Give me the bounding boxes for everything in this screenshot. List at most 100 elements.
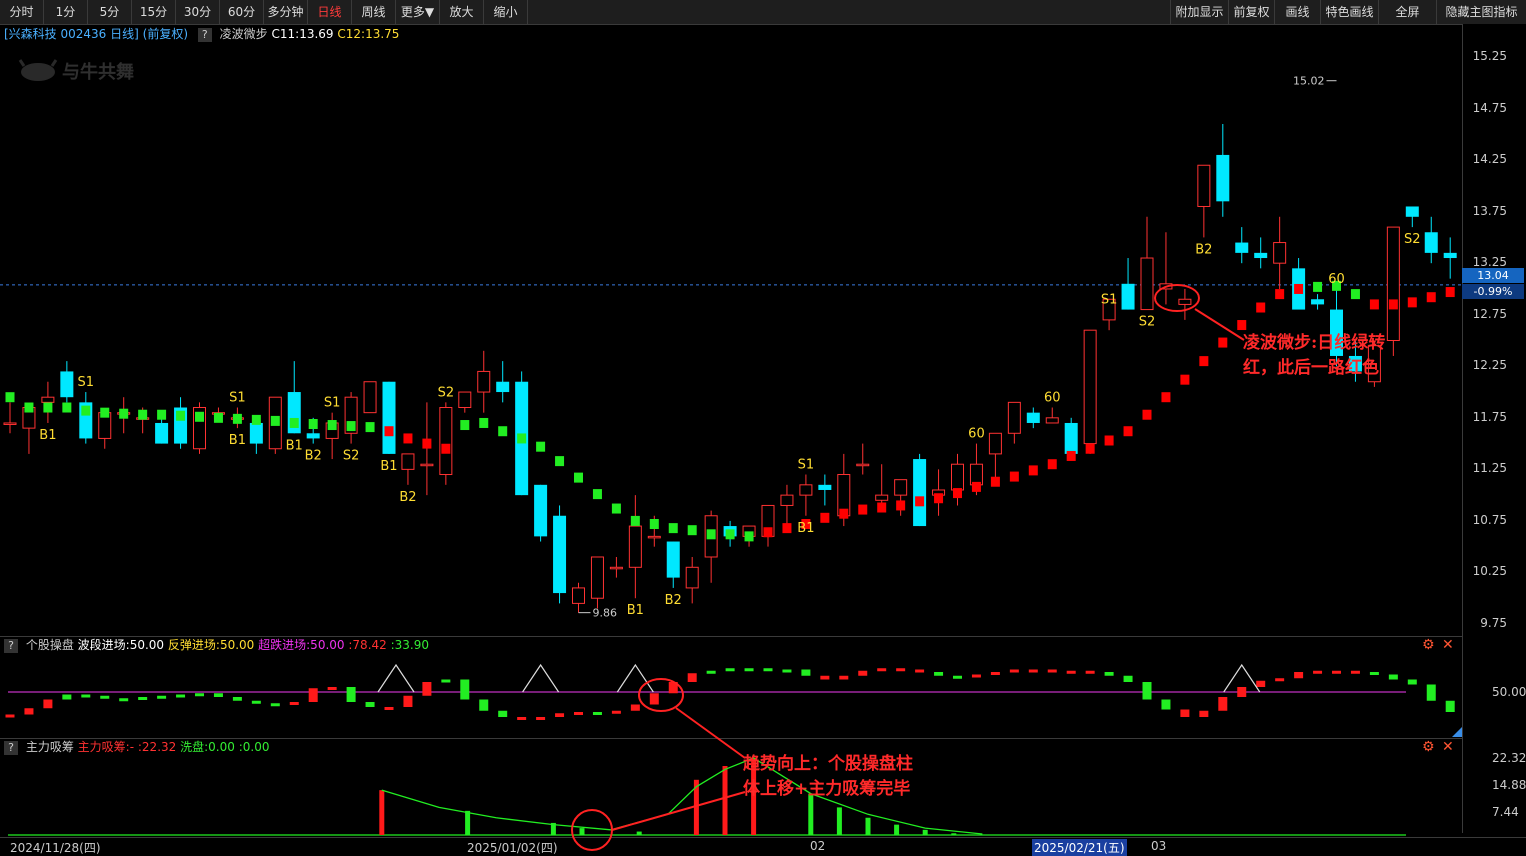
candle[interactable] (1178, 288, 1192, 320)
candle[interactable] (685, 556, 699, 604)
candle[interactable] (420, 402, 434, 496)
candle-body (1178, 298, 1192, 305)
candle[interactable] (193, 402, 206, 454)
candle[interactable] (363, 381, 377, 414)
candle[interactable] (1235, 227, 1249, 264)
candle-body (553, 515, 567, 594)
candle[interactable] (325, 412, 339, 460)
candle[interactable] (458, 391, 472, 413)
toolbar-btn-2[interactable]: 5分 (88, 0, 132, 24)
toolbar-btn-8[interactable]: 周线 (352, 0, 396, 24)
candle-body (1026, 412, 1040, 423)
candle[interactable] (1311, 294, 1325, 310)
toolbar-right-btn-2[interactable]: 画线 (1274, 0, 1321, 24)
candle[interactable] (496, 361, 510, 403)
candle[interactable] (628, 495, 642, 599)
toolbar-btn-6[interactable]: 多分钟 (264, 0, 308, 24)
candle[interactable] (761, 504, 775, 547)
candle[interactable] (704, 510, 718, 583)
candle[interactable] (477, 350, 491, 413)
candle[interactable] (609, 556, 623, 578)
candle[interactable] (1064, 417, 1078, 454)
candle[interactable] (1197, 164, 1211, 238)
toolbar-right-btn-0[interactable]: 附加显示 (1170, 0, 1229, 24)
candle[interactable] (439, 402, 453, 485)
candlestick-chart[interactable]: B1S1S1B1 B1B2S1S2B1B2S2B1B2S1B16060S1S2B2… (0, 24, 1462, 636)
candle[interactable] (1292, 258, 1306, 310)
toolbar-btn-11[interactable]: 缩小 (484, 0, 528, 24)
candle-body (1443, 252, 1457, 259)
candle[interactable] (818, 474, 832, 506)
trend-marker (1028, 465, 1038, 476)
toolbar-btn-3[interactable]: 15分 (132, 0, 176, 24)
candle[interactable] (534, 484, 548, 542)
candle[interactable] (572, 582, 585, 613)
candle[interactable] (799, 474, 813, 516)
toolbar-right-btn-1[interactable]: 前复权 (1228, 0, 1275, 24)
candle[interactable] (1007, 401, 1021, 444)
toolbar-right-btn-3[interactable]: 特色画线 (1320, 0, 1379, 24)
candle[interactable] (1273, 216, 1287, 289)
toolbar-btn-5[interactable]: 60分 (220, 0, 264, 24)
candle[interactable] (1045, 407, 1059, 424)
candle[interactable] (515, 371, 529, 496)
candle[interactable] (41, 381, 55, 423)
oscillator-chart[interactable] (0, 637, 1462, 737)
candle[interactable] (79, 392, 93, 444)
candle[interactable] (590, 556, 604, 609)
osc-bar (422, 682, 432, 696)
annotation-osc-line1: 趋势向上：个股操盘柱 (743, 754, 913, 774)
accum-tick: 7.44 (1492, 805, 1519, 819)
candle[interactable] (932, 469, 946, 516)
candle[interactable] (1140, 216, 1154, 311)
candle[interactable] (553, 505, 567, 604)
candle[interactable] (1159, 232, 1173, 305)
candle[interactable] (401, 453, 415, 485)
candle[interactable] (22, 407, 36, 454)
candle-body (1273, 242, 1287, 264)
toolbar-right-btn-5[interactable]: 隐藏主图指标 (1436, 0, 1526, 24)
candle[interactable] (1443, 237, 1457, 279)
candle[interactable] (1405, 206, 1419, 228)
candle-body (1311, 299, 1325, 305)
candle[interactable] (3, 402, 17, 434)
signal-label: B1 (797, 521, 814, 536)
candle[interactable] (1083, 329, 1097, 454)
trend-marker (687, 525, 697, 536)
candle[interactable] (1121, 258, 1135, 310)
candle[interactable] (780, 484, 794, 527)
toolbar-btn-7[interactable]: 日线 (308, 0, 352, 24)
accumulation-chart[interactable] (0, 739, 1462, 837)
candle[interactable] (1216, 124, 1230, 217)
candle[interactable] (174, 397, 188, 449)
toolbar-btn-9[interactable]: 更多▼ (396, 0, 440, 24)
candle[interactable] (382, 381, 396, 454)
toolbar-btn-1[interactable]: 1分 (44, 0, 88, 24)
candle[interactable] (1386, 226, 1400, 356)
toolbar-btn-0[interactable]: 分时 (0, 0, 44, 24)
candle[interactable] (875, 464, 889, 506)
candle-body (590, 556, 604, 599)
candle[interactable] (60, 361, 74, 403)
toolbar-right-btn-4[interactable]: 全屏 (1378, 0, 1437, 24)
toolbar-btn-10[interactable]: 放大 (440, 0, 484, 24)
candle[interactable] (155, 417, 169, 444)
candle[interactable] (344, 392, 358, 444)
candle[interactable] (856, 443, 870, 475)
signal-label: S2 (343, 449, 360, 464)
candle[interactable] (98, 412, 112, 449)
candle[interactable] (666, 541, 680, 588)
candle[interactable] (249, 422, 263, 454)
candle[interactable] (1026, 407, 1040, 429)
period-toolbar: 分时 1分 5分 15分 30分 60分 多分钟 日线 周线 更多▼ 放大 缩小 附加显示 前复权 画线 特色… (0, 0, 1526, 25)
trend-marker (1009, 471, 1019, 482)
osc-bar (289, 702, 299, 705)
trend-marker (1180, 374, 1190, 385)
signal-label: B2 (399, 490, 416, 505)
candle-body (439, 407, 453, 476)
candle[interactable] (1254, 237, 1268, 269)
osc-bar (346, 687, 356, 702)
toolbar-btn-4[interactable]: 30分 (176, 0, 220, 24)
candle[interactable] (913, 453, 927, 527)
candle[interactable] (1424, 216, 1438, 264)
